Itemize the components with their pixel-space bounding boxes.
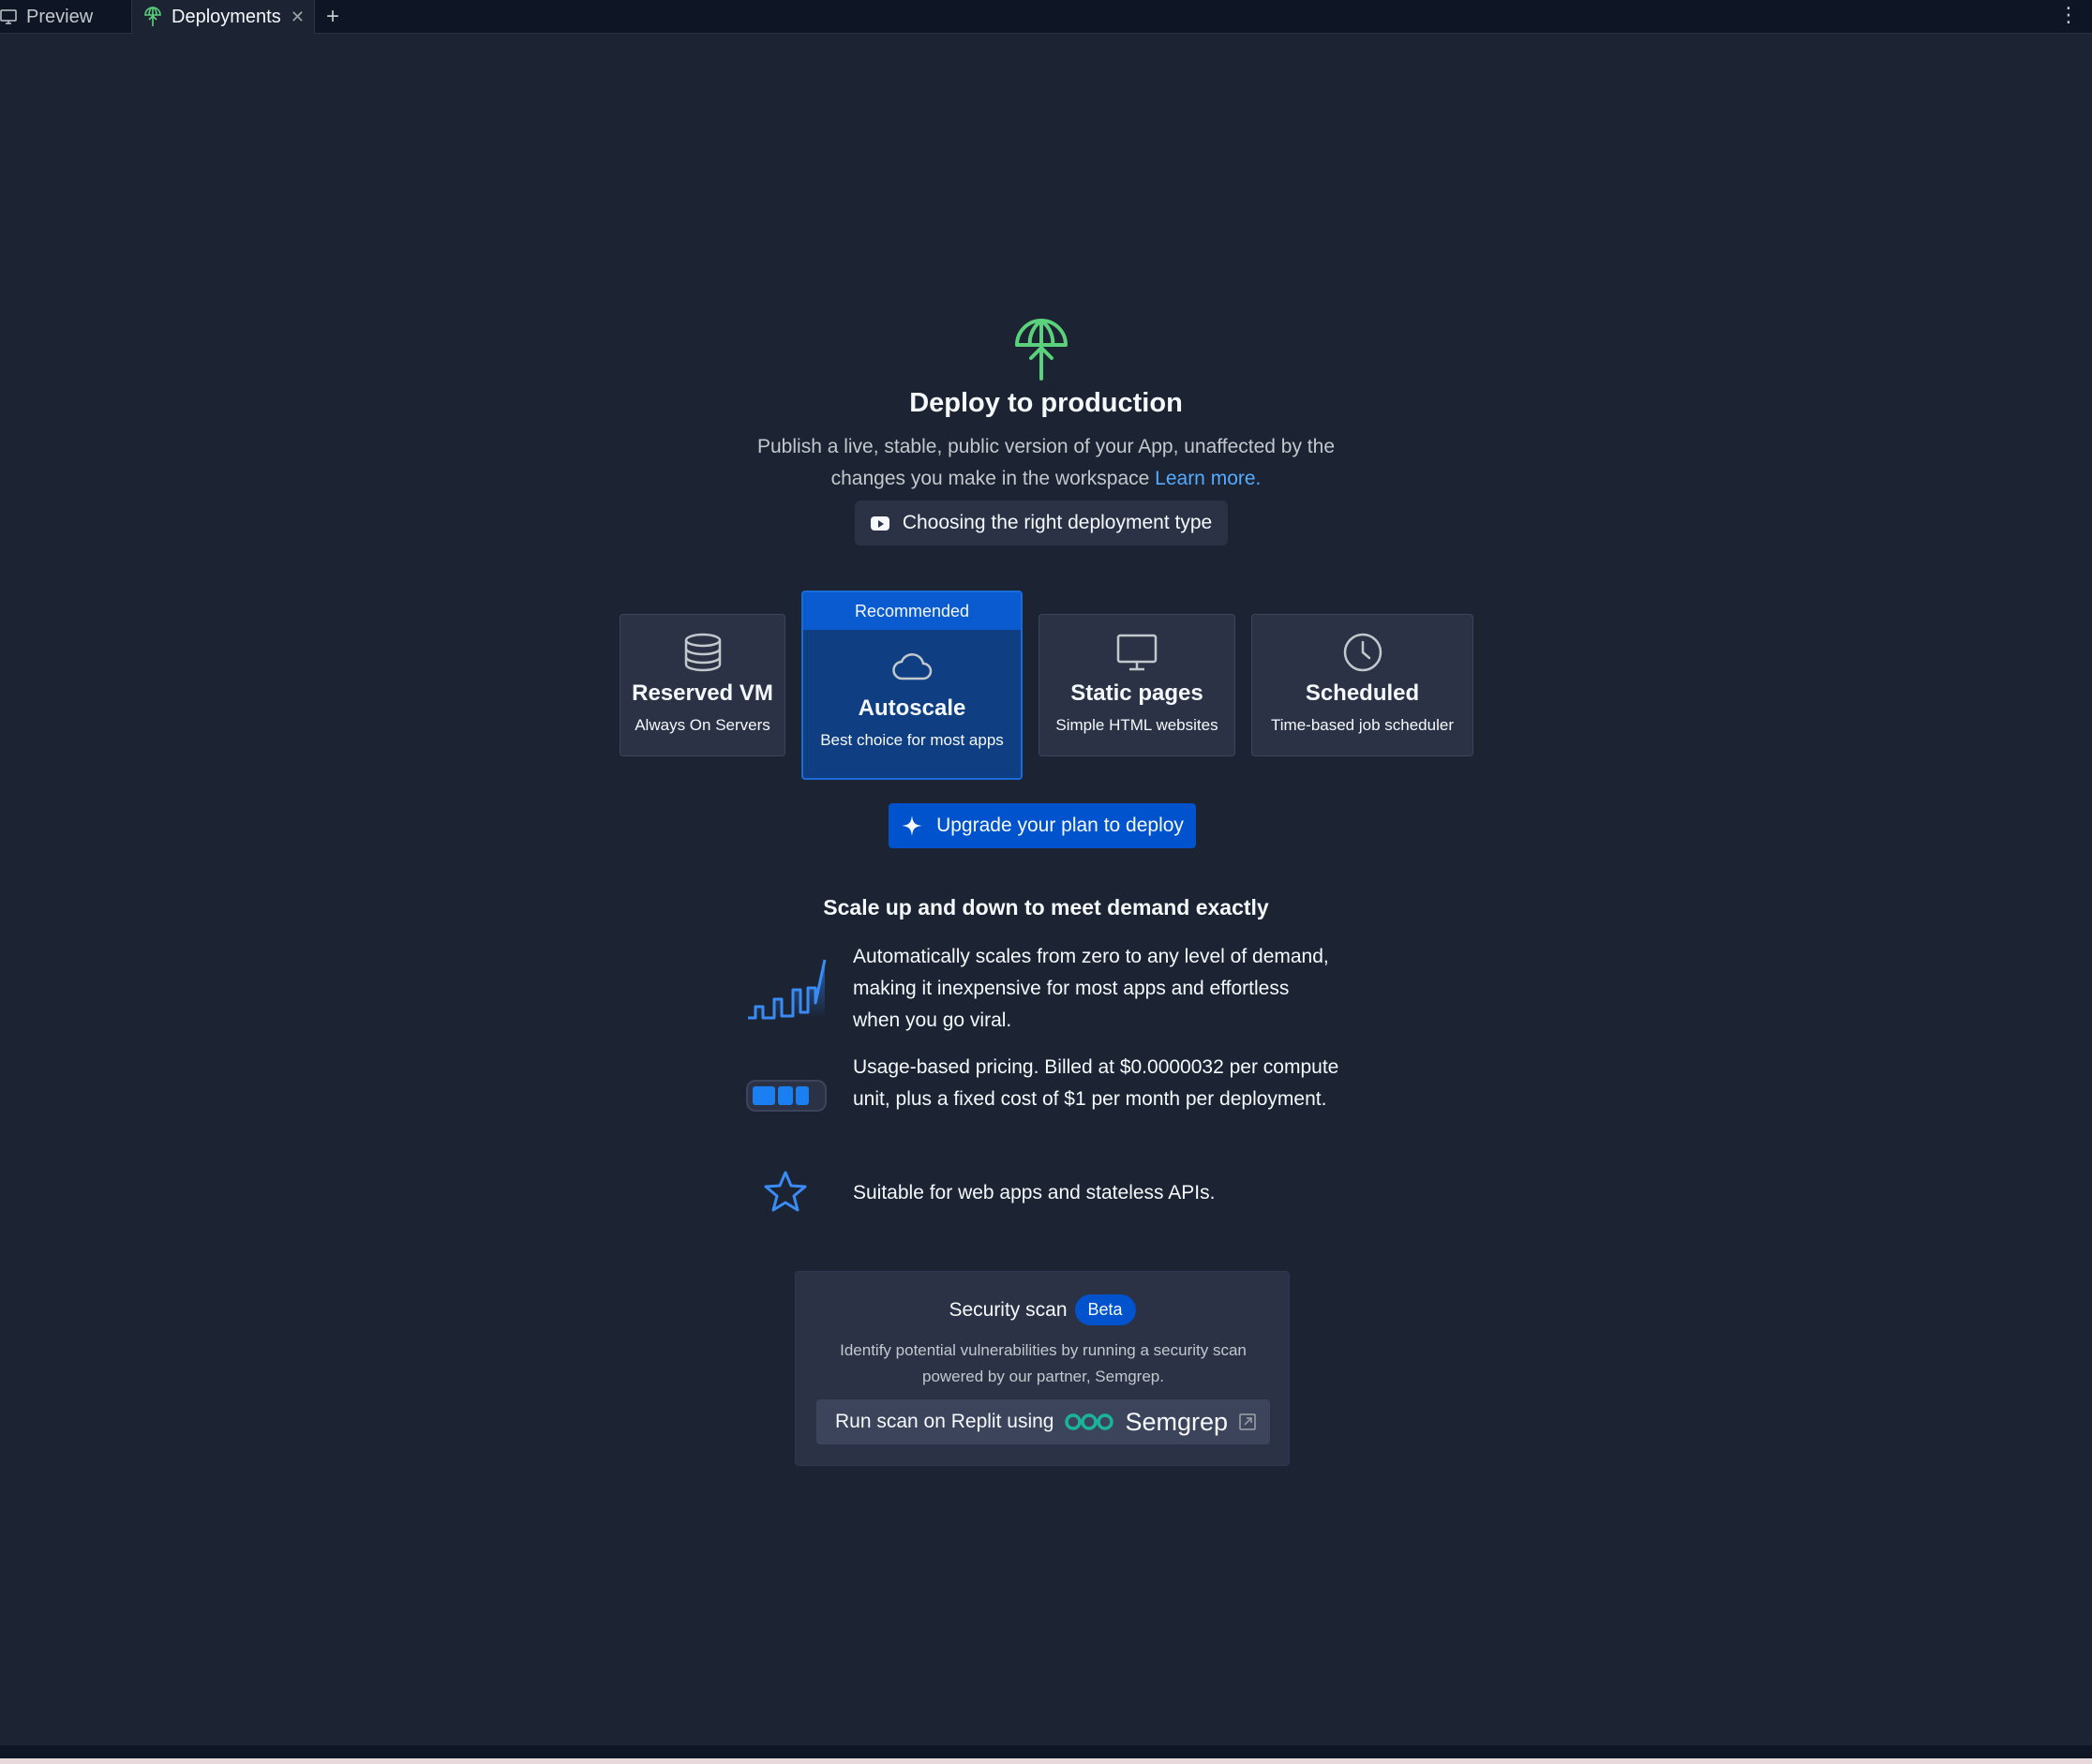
card-static-pages[interactable]: Static pages Simple HTML websites (1039, 614, 1235, 756)
beta-badge: Beta (1074, 1294, 1136, 1325)
recommended-badge: Recommended (803, 592, 1021, 630)
security-scan-panel: Security scan Beta Identify potential vu… (795, 1271, 1290, 1466)
add-tab-button[interactable]: + (315, 0, 351, 33)
database-icon (684, 633, 721, 672)
card-title: Static pages (1070, 680, 1203, 706)
card-autoscale[interactable]: Recommended Autoscale Best choice for mo… (801, 590, 1023, 780)
card-description: Always On Servers (635, 716, 770, 734)
card-description: Time-based job scheduler (1271, 716, 1454, 734)
card-title: Reserved VM (632, 680, 773, 706)
scaling-graph-icon (748, 959, 827, 1020)
monitor-icon (1116, 634, 1158, 671)
run-scan-button[interactable]: Run scan on Replit using Semgrep (816, 1399, 1270, 1444)
security-scan-description: Identify potential vulnerabilities by ru… (840, 1341, 1247, 1385)
feature-suitability: Suitable for web apps and stateless APIs… (853, 1182, 1216, 1203)
upgrade-plan-button[interactable]: Upgrade your plan to deploy (889, 803, 1196, 848)
clock-icon (1343, 633, 1382, 672)
card-title: Scheduled (1305, 680, 1420, 706)
close-icon[interactable]: ✕ (291, 7, 305, 27)
learn-more-link[interactable]: Learn more. (1155, 468, 1261, 489)
run-scan-label: Run scan on Replit using (835, 1411, 1054, 1432)
upgrade-label: Upgrade your plan to deploy (936, 815, 1184, 836)
details-title: Scale up and down to meet demand exactly (823, 895, 1269, 919)
card-title: Autoscale (858, 695, 966, 721)
sparkle-icon (902, 815, 923, 836)
semgrep-logo-icon (1065, 1413, 1114, 1430)
deploy-icon (1015, 319, 1068, 381)
external-link-icon (1239, 1413, 1256, 1430)
star-icon (764, 1171, 807, 1212)
security-scan-title: Security scan (949, 1298, 1068, 1321)
monitor-icon (0, 9, 17, 24)
deploy-icon (144, 7, 161, 26)
video-play-icon (870, 516, 889, 531)
tab-deployments[interactable]: Deployments ✕ (131, 0, 315, 34)
card-description: Simple HTML websites (1055, 716, 1218, 734)
card-reserved-vm[interactable]: Reserved VM Always On Servers (620, 614, 785, 756)
plus-icon: + (326, 3, 340, 29)
tab-label: Preview (26, 6, 94, 27)
more-options-icon[interactable]: ⋮ (2058, 2, 2079, 28)
tab-bar: Preview Deployments ✕ + ⋮ (0, 0, 2092, 34)
cloud-icon (892, 653, 933, 680)
card-description: Best choice for most apps (820, 731, 1004, 749)
tab-label: Deployments (172, 6, 281, 27)
security-scan-header: Security scan Beta (796, 1294, 1289, 1325)
video-guide-button[interactable]: Choosing the right deployment type (855, 501, 1228, 546)
battery-icon (746, 1080, 827, 1112)
feature-pricing: Usage-based pricing. Billed at $0.000003… (853, 1056, 1339, 1110)
card-scheduled[interactable]: Scheduled Time-based job scheduler (1251, 614, 1473, 756)
video-guide-label: Choosing the right deployment type (902, 512, 1213, 533)
page-title: Deploy to production (909, 388, 1183, 418)
feature-autoscaling: Automatically scales from zero to any le… (853, 946, 1329, 1031)
bottom-bar (0, 1745, 2092, 1764)
page-subtitle: Publish a live, stable, public version o… (731, 431, 1361, 495)
tab-preview[interactable]: Preview (0, 0, 131, 34)
semgrep-brand: Semgrep (1125, 1407, 1229, 1436)
